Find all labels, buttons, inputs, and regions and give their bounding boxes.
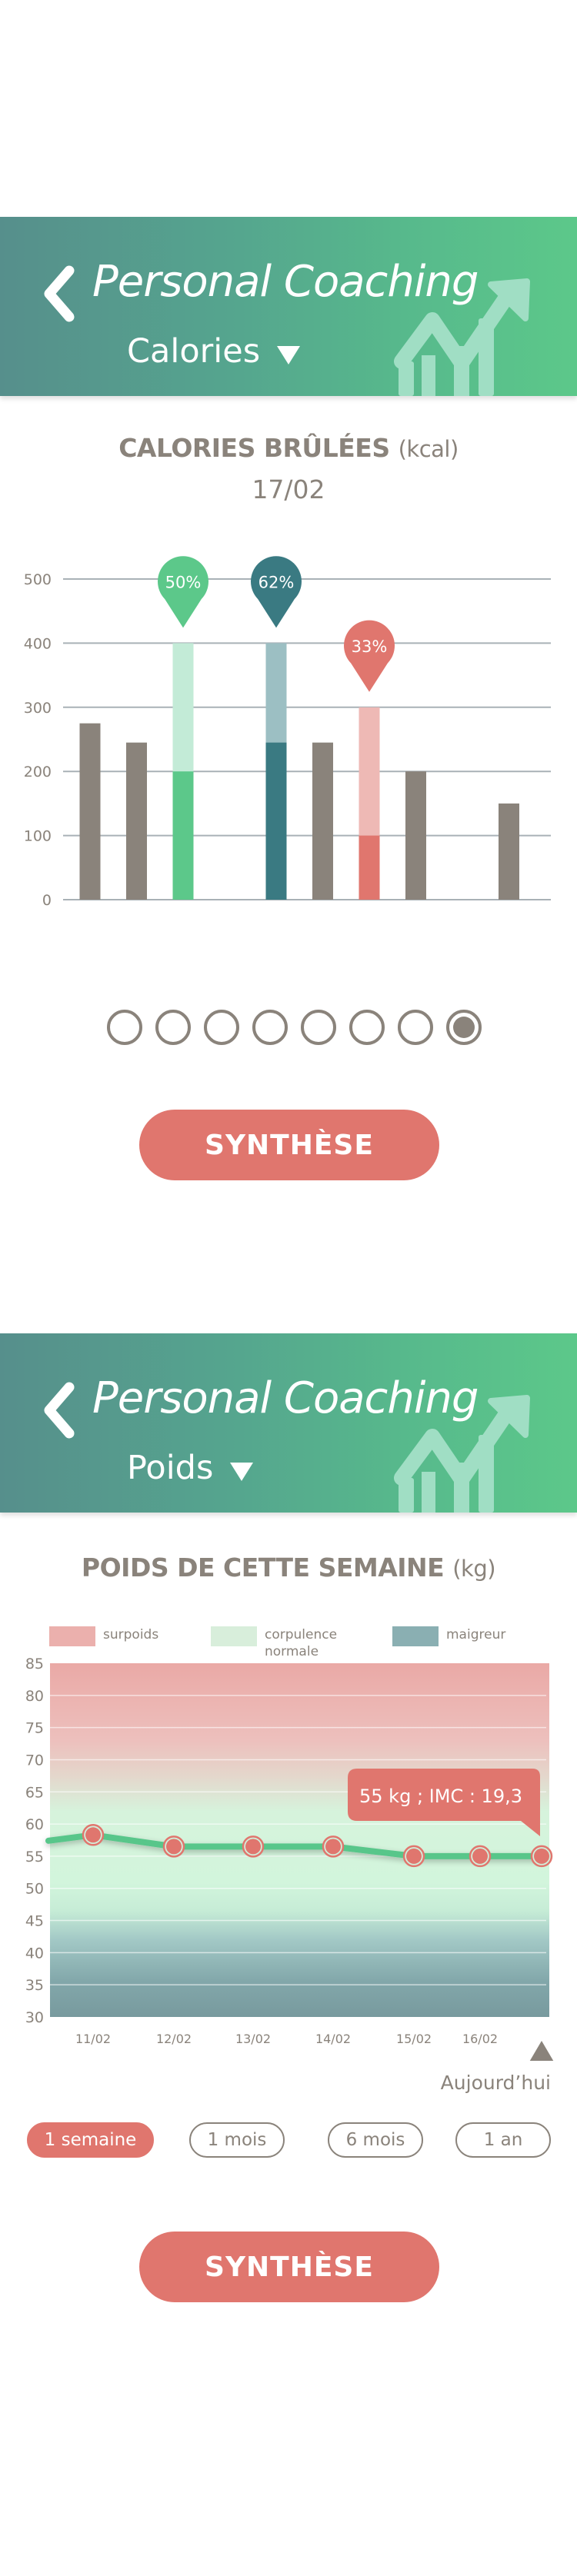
- page-dot[interactable]: [349, 1010, 385, 1045]
- today-label: Aujourd’hui: [440, 2072, 551, 2094]
- percent-label: 50%: [165, 573, 202, 591]
- page-dot[interactable]: [107, 1010, 142, 1045]
- data-point: [472, 1848, 488, 1864]
- y-tick-label: 70: [25, 1752, 44, 1769]
- data-point: [245, 1839, 261, 1855]
- y-tick-label: 35: [25, 1977, 44, 1994]
- app-title: Personal Coaching: [92, 257, 479, 307]
- calories-chart-title: CALORIES BRÛLÉES (kcal): [0, 433, 577, 463]
- synthese-button[interactable]: SYNTHÈSE: [139, 1110, 439, 1180]
- calories-header: Personal Coaching Calories: [0, 217, 577, 396]
- chevron-left-icon[interactable]: [40, 263, 82, 324]
- caret-down-icon: [230, 1463, 254, 1481]
- time-range-tabs: 1 semaine 1 mois 6 mois 1 an: [0, 2122, 577, 2161]
- calories-title-text: CALORIES BRÛLÉES: [118, 433, 390, 463]
- data-point: [534, 1848, 549, 1864]
- x-tick-label: 11/02: [75, 2032, 111, 2046]
- metric-selector[interactable]: Calories: [127, 332, 301, 371]
- y-tick-label: 0: [42, 892, 52, 907]
- weight-line-chart: 30 35 40 45 50 55 60 65 70 75 80 85 11/02 12/02 13/02 1…: [25, 1656, 554, 2061]
- y-tick-label: 500: [24, 571, 52, 588]
- legend-item-surpoids: surpoids: [49, 1626, 158, 1646]
- y-tick-label: 85: [25, 1656, 44, 1672]
- y-tick-label: 200: [24, 764, 52, 780]
- percent-marker: [344, 620, 395, 692]
- page-dot[interactable]: [446, 1010, 482, 1045]
- y-tick-label: 65: [25, 1784, 44, 1801]
- metric-selector-label: Poids: [127, 1449, 214, 1487]
- calories-bar-chart: 0100200300400500Go RunM150%M2M362%M4M533…: [24, 556, 551, 907]
- tooltip-text: 55 kg ; IMC : 19,3: [359, 1786, 522, 1807]
- legend-swatch: [211, 1626, 257, 1646]
- legend-label: surpoids: [103, 1627, 159, 1642]
- page-dot[interactable]: [204, 1010, 239, 1045]
- legend-swatch: [49, 1626, 95, 1646]
- caret-down-icon: [277, 346, 301, 364]
- pagination-dots: [107, 1010, 482, 1045]
- value-bar: [172, 771, 194, 900]
- y-tick-label: 400: [24, 635, 52, 652]
- y-tick-label: 60: [25, 1816, 44, 1833]
- percent-label: 62%: [258, 573, 295, 591]
- metric-selector[interactable]: Poids: [127, 1449, 254, 1487]
- weight-header: Personal Coaching Poids: [0, 1333, 577, 1513]
- value-bar: [79, 723, 101, 900]
- x-tick-label: 16/02: [462, 2032, 498, 2046]
- data-point: [325, 1839, 341, 1855]
- percent-marker: [251, 556, 302, 628]
- weight-chart-title: POIDS DE CETTE SEMAINE (kg): [0, 1553, 577, 1583]
- y-tick-label: 50: [25, 1881, 44, 1898]
- value-bar: [126, 742, 147, 900]
- percent-marker: [158, 556, 209, 628]
- data-point: [166, 1839, 182, 1855]
- synthese-button[interactable]: SYNTHÈSE: [139, 2232, 439, 2302]
- y-tick-label: 80: [25, 1688, 44, 1705]
- page-dot[interactable]: [252, 1010, 288, 1045]
- y-tick-label: 30: [25, 2009, 44, 2026]
- weight-title-text: POIDS DE CETTE SEMAINE: [81, 1553, 445, 1583]
- percent-label: 33%: [352, 637, 388, 656]
- legend-item-maigreur: maigreur: [392, 1626, 505, 1646]
- calories-date: 17/02: [252, 474, 325, 504]
- range-tab[interactable]: 1 an: [455, 2122, 551, 2158]
- y-tick-label: 300: [24, 700, 52, 717]
- page-dot[interactable]: [398, 1010, 433, 1045]
- y-tick-label: 100: [24, 828, 52, 845]
- value-bar: [499, 803, 519, 900]
- page-dot[interactable]: [155, 1010, 191, 1045]
- y-tick-label: 40: [25, 1945, 44, 1962]
- value-bar: [265, 742, 287, 900]
- metric-selector-label: Calories: [127, 332, 261, 371]
- y-tick-label: 55: [25, 1849, 44, 1865]
- calories-title-unit: (kcal): [398, 436, 459, 462]
- value-bar: [312, 742, 333, 900]
- x-tick-label: 14/02: [315, 2032, 351, 2046]
- data-point: [85, 1827, 101, 1843]
- range-tab[interactable]: 1 mois: [189, 2122, 285, 2158]
- legend-swatch: [392, 1626, 439, 1646]
- value-bar: [405, 771, 426, 900]
- weight-title-unit: (kg): [452, 1556, 496, 1582]
- page-dot[interactable]: [301, 1010, 336, 1045]
- today-marker-icon: [529, 2041, 554, 2061]
- x-tick-label: 15/02: [396, 2032, 432, 2046]
- x-tick-label: 13/02: [235, 2032, 271, 2046]
- value-bar: [359, 835, 380, 900]
- chevron-left-icon[interactable]: [40, 1380, 82, 1441]
- data-point: [406, 1848, 422, 1864]
- legend-label: maigreur: [446, 1627, 506, 1642]
- y-tick-label: 75: [25, 1720, 44, 1737]
- y-tick-label: 45: [25, 1913, 44, 1930]
- range-tab[interactable]: 6 mois: [328, 2122, 423, 2158]
- range-tab[interactable]: 1 semaine: [27, 2122, 154, 2158]
- x-tick-label: 12/02: [156, 2032, 192, 2046]
- app-title: Personal Coaching: [92, 1373, 479, 1423]
